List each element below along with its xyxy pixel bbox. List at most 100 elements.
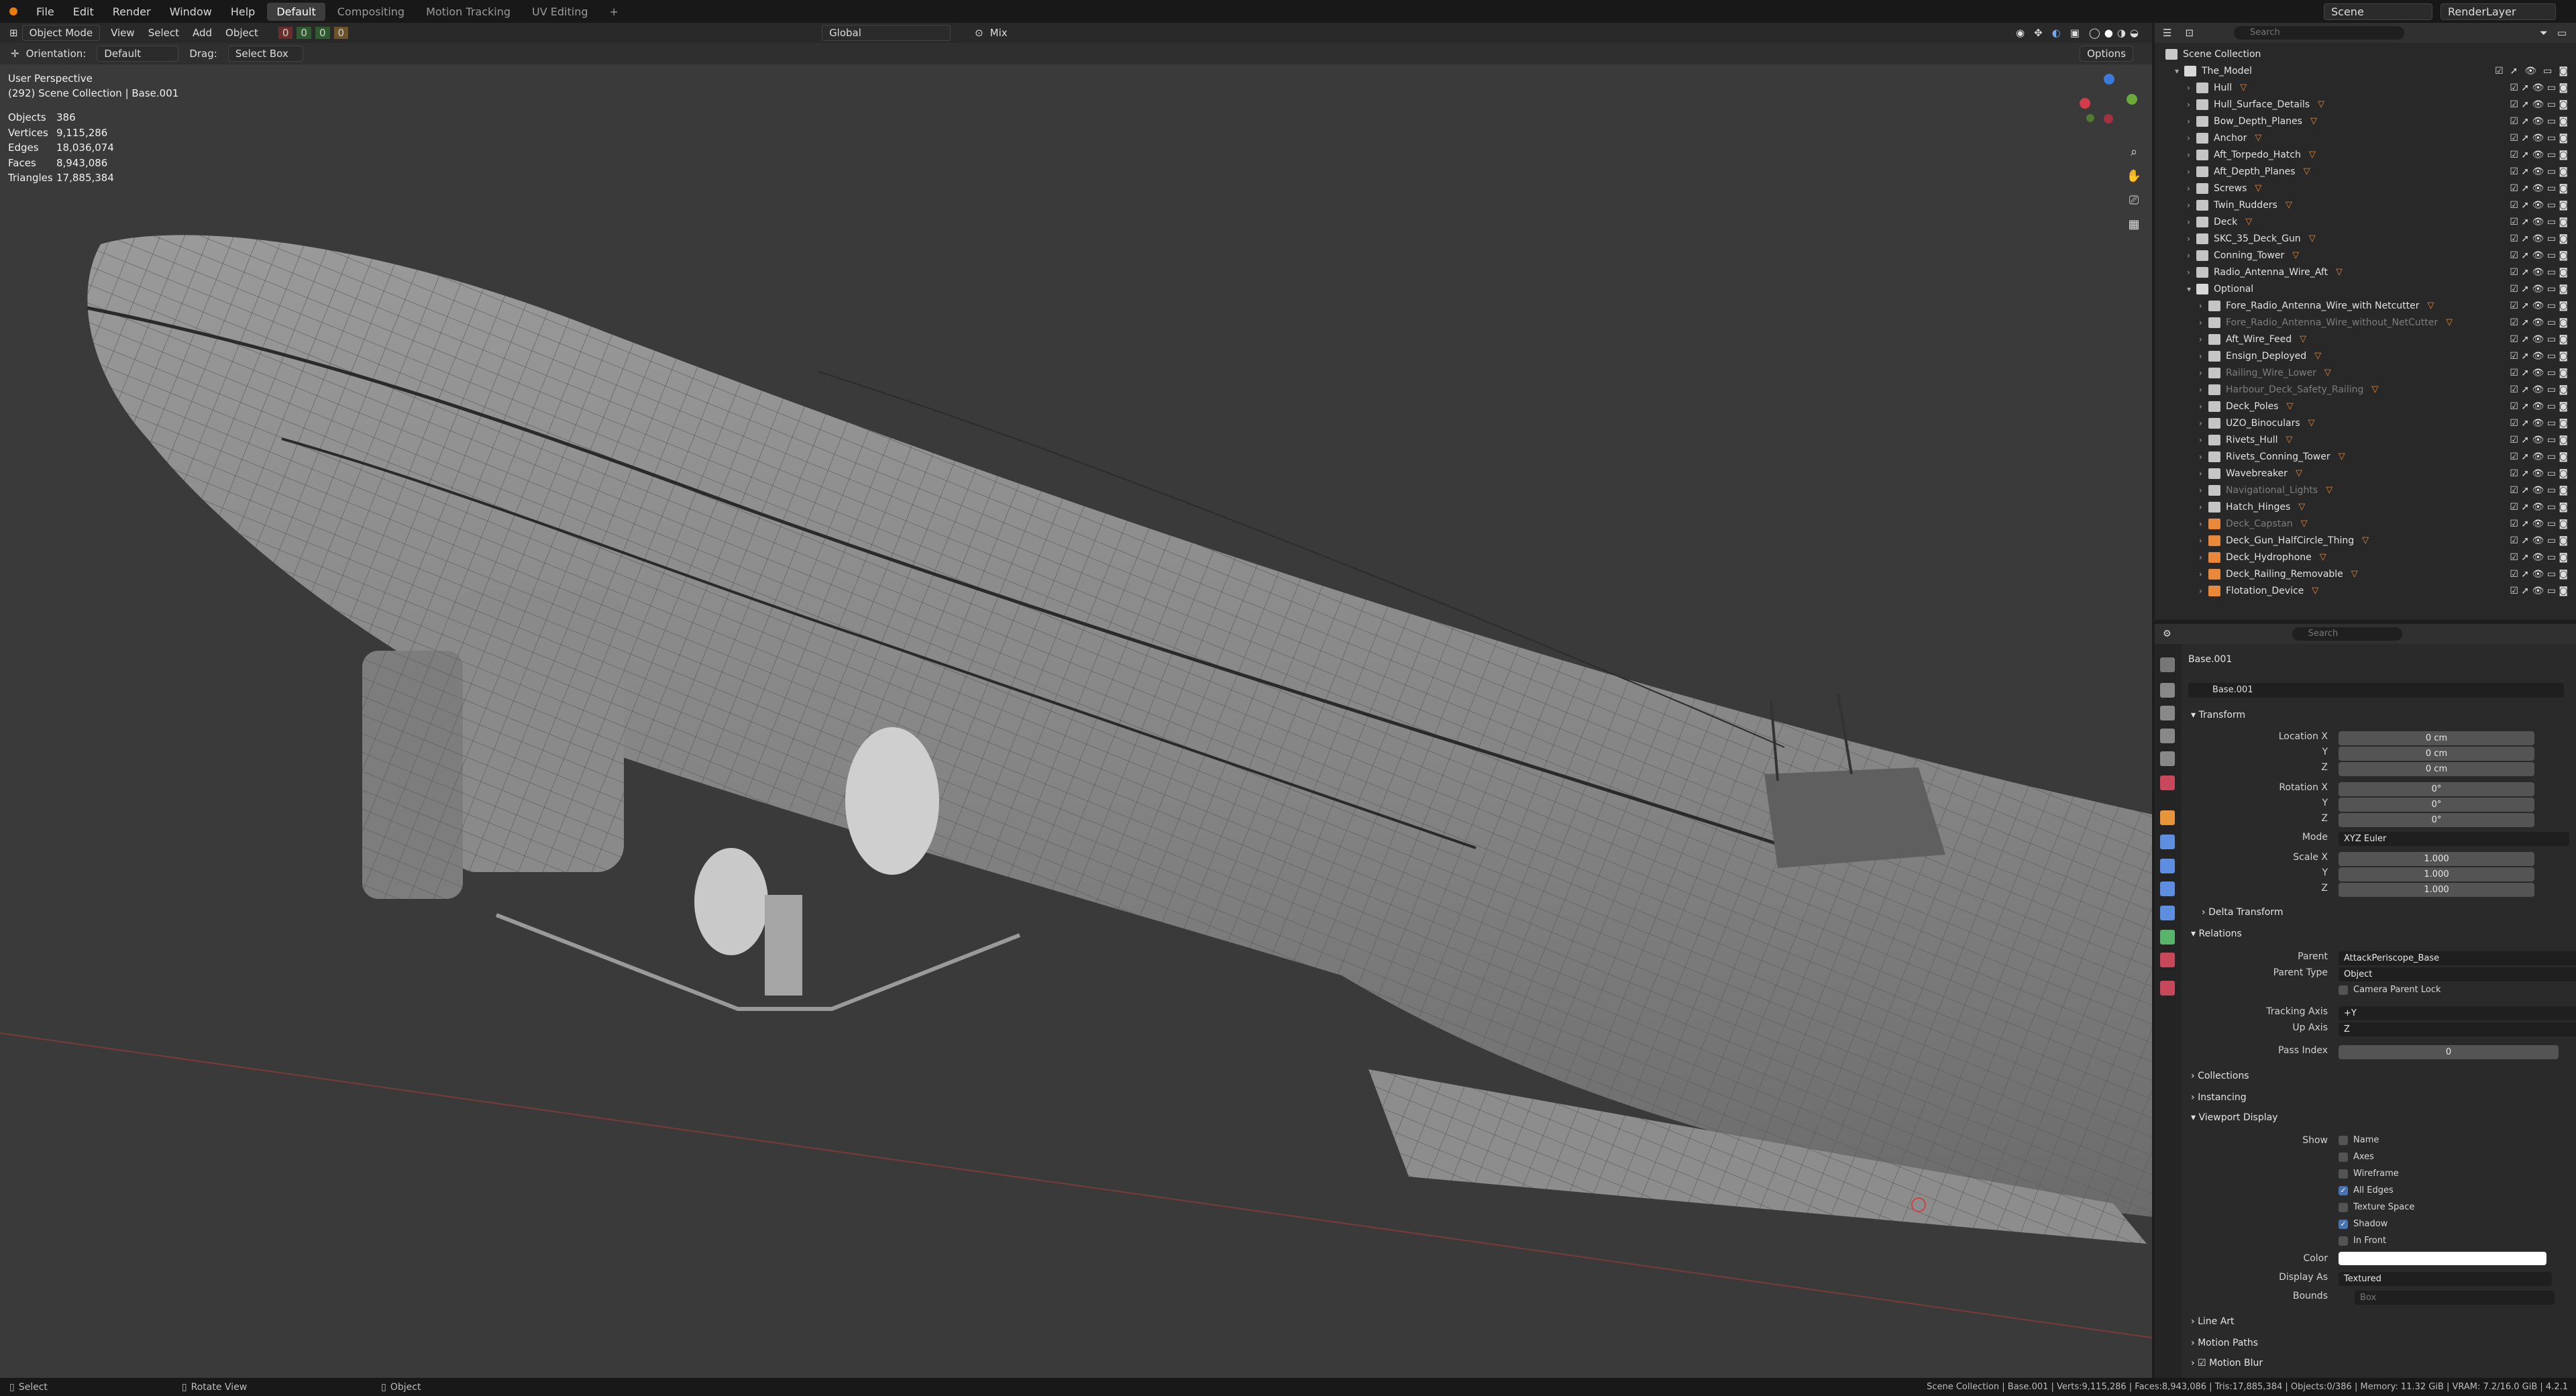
visibility-toggles[interactable]: ☑ ➚ 👁 ▭ ◙	[2510, 133, 2568, 144]
outliner-row[interactable]: › Deck_Gun_HalfCircle_Thing ▽ ☑ ➚ 👁 ▭ ◙	[2155, 532, 2576, 549]
checkbox-icon[interactable]	[2339, 1169, 2348, 1179]
checkbox-icon[interactable]: ✓	[2339, 1185, 2348, 1195]
neg-y-axis-icon[interactable]	[2086, 114, 2094, 122]
visibility-icon[interactable]: ◉	[2016, 27, 2025, 39]
modifier-icon[interactable]: ▽	[2296, 468, 2302, 478]
outliner-row[interactable]: › Wavebreaker ▽ ☑ ➚ 👁 ▭ ◙	[2155, 465, 2576, 482]
menu-object[interactable]: Object	[225, 27, 258, 39]
pan-hand-icon[interactable]: ✋	[2124, 166, 2144, 186]
expand-icon[interactable]: ›	[2187, 184, 2196, 193]
outliner-row[interactable]: › Deck_Poles ▽ ☑ ➚ 👁 ▭ ◙	[2155, 398, 2576, 415]
expand-icon[interactable]: ›	[2199, 553, 2208, 562]
parent-field[interactable]: AttackPeriscope_Base	[2339, 951, 2576, 965]
line-art-section-header[interactable]: › Line Art	[2191, 1316, 2235, 1327]
scale-z-field[interactable]: 1.000	[2339, 883, 2534, 897]
menu-select[interactable]: Select	[148, 27, 179, 39]
transform-section-header[interactable]: ▾ Transform	[2191, 710, 2245, 720]
display-as-selector[interactable]: Textured	[2339, 1272, 2552, 1286]
tool-tab-icon[interactable]	[2160, 657, 2175, 672]
expand-icon[interactable]: ›	[2187, 234, 2196, 244]
outliner-row[interactable]: ▾ Optional ☑ ➚ 👁 ▭ ◙	[2155, 280, 2576, 297]
modifier-icon[interactable]: ▽	[2292, 250, 2299, 260]
editor-type-icon[interactable]: ⊞	[9, 27, 18, 39]
modifier-icon[interactable]: ▽	[2318, 99, 2324, 109]
add-workspace-icon[interactable]: +	[600, 3, 627, 21]
transform-orientation-selector[interactable]: Global	[822, 25, 951, 41]
viewport-display-option-checkbox[interactable]: In Front	[2339, 1236, 2386, 1246]
data-tab-icon[interactable]	[2160, 930, 2175, 945]
expand-icon[interactable]: ›	[2199, 419, 2208, 428]
xray-icon[interactable]: ▣	[2070, 27, 2080, 39]
mode-selector[interactable]: Object Mode	[21, 25, 101, 41]
shading-rendered-icon[interactable]: ◒	[2130, 27, 2139, 39]
expand-icon[interactable]: ›	[2187, 133, 2196, 143]
new-collection-icon[interactable]: ▭	[2557, 27, 2567, 39]
visibility-toggles[interactable]: ☑ ➚ 👁 ▭ ◙	[2510, 83, 2568, 93]
expand-icon[interactable]: ›	[2199, 435, 2208, 445]
scene-tab-icon[interactable]	[2160, 751, 2175, 766]
physics-tab-icon[interactable]	[2160, 881, 2175, 896]
delta-transform-section-header[interactable]: › Delta Transform	[2202, 907, 2284, 918]
blender-logo-icon[interactable]	[9, 7, 17, 15]
modifier-icon[interactable]: ▽	[2298, 502, 2305, 512]
visibility-toggles[interactable]: ☑ ➚ 👁 ▭ ◙	[2510, 301, 2568, 311]
modifier-icon[interactable]: ▽	[2304, 166, 2310, 176]
render-tab-icon[interactable]	[2160, 683, 2175, 698]
viewport-display-option-checkbox[interactable]: ✓ All Edges	[2339, 1185, 2394, 1195]
modifier-icon[interactable]: ▽	[2312, 586, 2318, 596]
expand-icon[interactable]: ›	[2187, 100, 2196, 109]
outliner-row[interactable]: › Aft_Depth_Planes ▽ ☑ ➚ 👁 ▭ ◙	[2155, 163, 2576, 180]
modifier-icon[interactable]: ▽	[2287, 401, 2294, 411]
3d-viewport[interactable]	[0, 23, 2152, 1378]
visibility-toggles[interactable]: ☑ ➚ 👁 ▭ ◙	[2510, 468, 2568, 479]
modifier-icon[interactable]: ▽	[2324, 368, 2331, 378]
outliner-row[interactable]: › Flotation_Device ▽ ☑ ➚ 👁 ▭ ◙	[2155, 582, 2576, 599]
visibility-toggles[interactable]: ☑ ➚ 👁 ▭ ◙	[2510, 569, 2568, 580]
outliner-row[interactable]: › Screws ▽ ☑ ➚ 👁 ▭ ◙	[2155, 180, 2576, 197]
view-layer-tab-icon[interactable]	[2160, 729, 2175, 743]
visibility-toggles[interactable]: ☑ ➚ 👁 ▭ ◙	[2510, 368, 2568, 378]
object-name-field[interactable]: Base.001	[2188, 683, 2564, 698]
parent-type-selector[interactable]: Object	[2339, 967, 2576, 981]
checkbox-icon[interactable]	[2339, 1236, 2348, 1246]
visibility-toggles[interactable]: ☑ ➚ 👁 ▭ ◙	[2510, 116, 2568, 127]
particles-tab-icon[interactable]	[2160, 859, 2175, 873]
expand-icon[interactable]: ›	[2199, 301, 2208, 311]
expand-icon[interactable]: ›	[2199, 586, 2208, 596]
outliner-row[interactable]: › Anchor ▽ ☑ ➚ 👁 ▭ ◙	[2155, 129, 2576, 146]
outliner-row[interactable]: › SKC_35_Deck_Gun ▽ ☑ ➚ 👁 ▭ ◙	[2155, 230, 2576, 247]
outliner-row[interactable]: › Rivets_Hull ▽ ☑ ➚ 👁 ▭ ◙	[2155, 431, 2576, 448]
constraints-tab-icon[interactable]	[2160, 906, 2175, 920]
outliner-row[interactable]: › Deck_Hydrophone ▽ ☑ ➚ 👁 ▭ ◙	[2155, 549, 2576, 566]
modifier-icon[interactable]: ▽	[2255, 183, 2261, 193]
menu-render[interactable]: Render	[103, 5, 160, 18]
modifier-icon[interactable]: ▽	[2286, 435, 2292, 445]
modifier-icon[interactable]: ▽	[2339, 451, 2345, 462]
collapse-icon[interactable]: ▾	[2175, 66, 2184, 76]
expand-icon[interactable]: ›	[2199, 469, 2208, 478]
visibility-toggles[interactable]: ☑ ➚ 👁 ▭ ◙	[2510, 233, 2568, 244]
location-y-field[interactable]: 0 cm	[2339, 747, 2534, 761]
expand-icon[interactable]: ›	[2187, 217, 2196, 227]
outliner-row[interactable]: › Aft_Torpedo_Hatch ▽ ☑ ➚ 👁 ▭ ◙	[2155, 146, 2576, 163]
outliner-row[interactable]: › Hull ▽ ☑ ➚ 👁 ▭ ◙	[2155, 79, 2576, 96]
expand-icon[interactable]: ›	[2199, 519, 2208, 529]
modifier-icon[interactable]: ▽	[2300, 334, 2306, 344]
bounds-selector[interactable]: Box	[2355, 1291, 2555, 1305]
expand-icon[interactable]: ›	[2187, 83, 2196, 93]
visibility-toggles[interactable]: ☑ ➚ 👁 ▭ ◙	[2510, 200, 2568, 211]
properties-editor-icon[interactable]: ⚙	[2163, 629, 2171, 639]
menu-view[interactable]: View	[111, 27, 135, 39]
up-axis-selector[interactable]: Z	[2339, 1022, 2576, 1036]
modifier-icon[interactable]: ▽	[2362, 535, 2369, 545]
outliner-row[interactable]: › Hull_Surface_Details ▽ ☑ ➚ 👁 ▭ ◙	[2155, 96, 2576, 113]
modifier-icon[interactable]: ▽	[2336, 267, 2343, 277]
rotation-y-field[interactable]: 0°	[2339, 798, 2534, 812]
display-color-swatch[interactable]	[2339, 1252, 2546, 1265]
visibility-toggles[interactable]: ☑ ➚ 👁 ▭ ◙	[2510, 519, 2568, 529]
viewport-display-option-checkbox[interactable]: ✓ Shadow	[2339, 1219, 2387, 1229]
modifier-icon[interactable]: ▽	[2310, 116, 2317, 126]
snap-icon[interactable]: ⊙	[975, 27, 983, 39]
outliner-row[interactable]: › Navigational_Lights ▽ ☑ ➚ 👁 ▭ ◙	[2155, 482, 2576, 498]
visibility-toggles[interactable]: ☑ ➚ 👁 ▭ ◙	[2510, 535, 2568, 546]
